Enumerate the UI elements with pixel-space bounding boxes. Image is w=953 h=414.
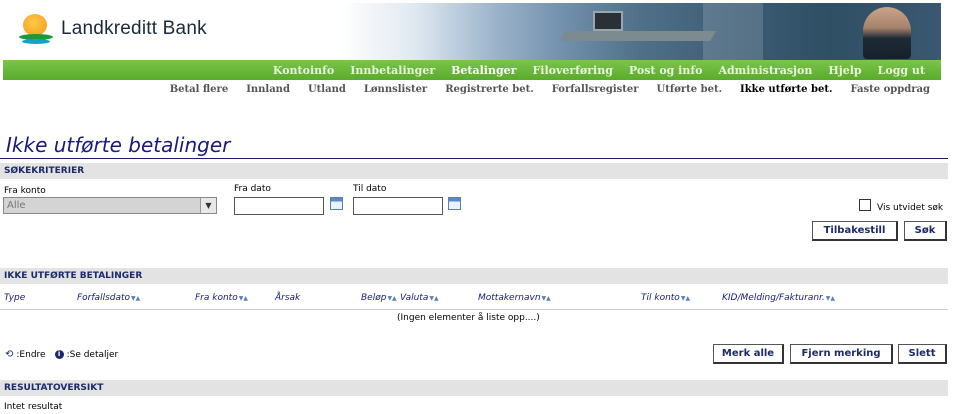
- main-nav-innbetalinger[interactable]: Innbetalinger: [342, 64, 443, 77]
- sub-nav-utforte-bet[interactable]: Utførte bet.: [648, 84, 732, 95]
- info-icon: i: [54, 350, 64, 359]
- table-divider: [0, 309, 948, 310]
- search-section-header: SØKEKRITERIER: [0, 163, 948, 179]
- sort-icon[interactable]: ▼▲: [239, 295, 248, 302]
- main-nav-hjelp[interactable]: Hjelp: [820, 64, 869, 77]
- payments-section-header: IKKE UTFØRTE BETALINGER: [0, 268, 948, 284]
- title-divider: [0, 158, 948, 159]
- sort-icon[interactable]: ▼▲: [387, 295, 396, 302]
- main-nav-post-og-info[interactable]: Post og info: [621, 64, 711, 77]
- from-account-label: Fra konto: [4, 186, 46, 196]
- main-nav-administrasjon[interactable]: Administrasjon: [710, 64, 820, 77]
- from-account-value: Alle: [7, 200, 26, 211]
- from-account-select[interactable]: Alle ▼: [3, 197, 217, 214]
- sort-icon[interactable]: ▼▲: [826, 295, 835, 302]
- sort-icon[interactable]: ▼▲: [542, 295, 551, 302]
- bank-name: Landkreditt Bank: [61, 18, 207, 39]
- details-legend-label: :Se detaljer: [66, 349, 119, 360]
- column-header-forfallsdato[interactable]: Forfallsdato▼▲: [77, 293, 140, 303]
- column-header-type[interactable]: Type: [4, 293, 25, 303]
- delete-button[interactable]: Slett: [898, 344, 947, 364]
- sub-nav-utland[interactable]: Utland: [299, 84, 355, 95]
- banner-photo-laptop: [593, 11, 623, 31]
- column-header-kid[interactable]: KID/Melding/Fakturanr.▼▲: [722, 293, 835, 303]
- main-nav-kontoinfo[interactable]: Kontoinfo: [265, 64, 342, 77]
- results-text: Intet resultat: [4, 402, 63, 412]
- sub-nav-betal-flere[interactable]: Betal flere: [161, 84, 237, 95]
- extended-search-label: Vis utvidet søk: [877, 203, 944, 213]
- banner-photo-desk: [560, 31, 716, 41]
- to-date-input[interactable]: [353, 197, 443, 215]
- to-date-label: Til dato: [353, 184, 387, 194]
- chevron-down-icon[interactable]: ▼: [200, 198, 216, 213]
- sort-icon[interactable]: ▼▲: [429, 295, 438, 302]
- banner-photo-person: [863, 7, 911, 59]
- calendar-icon[interactable]: [448, 197, 461, 210]
- mark-all-button[interactable]: Merk alle: [713, 344, 784, 364]
- column-header-valuta[interactable]: Valuta▼▲: [400, 293, 439, 303]
- empty-list-message: (Ingen elementer å liste opp....): [397, 313, 540, 323]
- results-section-header: RESULTATOVERSIKT: [0, 380, 948, 396]
- main-nav-logg-ut[interactable]: Logg ut: [870, 64, 933, 77]
- sub-nav-lonnslister[interactable]: Lønnslister: [355, 84, 436, 95]
- column-header-fra-konto[interactable]: Fra konto▼▲: [195, 293, 248, 303]
- extended-search-checkbox[interactable]: [859, 199, 871, 211]
- from-date-label: Fra dato: [234, 184, 271, 194]
- main-nav-betalinger[interactable]: Betalinger: [443, 64, 524, 77]
- page-title: Ikke utførte betalinger: [6, 133, 231, 157]
- sort-icon[interactable]: ▼▲: [131, 295, 140, 302]
- sub-nav-registrerte-bet[interactable]: Registrerte bet.: [436, 84, 543, 95]
- header-banner: Landkreditt Bank: [3, 3, 941, 60]
- edit-icon: ⟲: [5, 349, 14, 360]
- from-date-input[interactable]: [234, 197, 324, 215]
- sub-nav-faste-oppdrag[interactable]: Faste oppdrag: [841, 84, 939, 95]
- sub-nav-ikke-utforte-bet[interactable]: Ikke utførte bet.: [731, 84, 841, 95]
- reset-button[interactable]: Tilbakestill: [812, 221, 898, 241]
- sub-nav-forfallsregister[interactable]: Forfallsregister: [543, 84, 648, 95]
- bank-logo[interactable]: Landkreditt Bank: [19, 12, 207, 46]
- sort-icon[interactable]: ▼▲: [681, 295, 690, 302]
- column-header-arsak[interactable]: Årsak: [275, 293, 300, 303]
- edit-legend-label: :Endre: [16, 349, 46, 360]
- calendar-icon[interactable]: [330, 197, 343, 210]
- column-header-til-konto[interactable]: Til konto▼▲: [641, 293, 690, 303]
- unmark-button[interactable]: Fjern merking: [790, 344, 893, 364]
- search-button[interactable]: Søk: [904, 221, 947, 241]
- column-header-mottakernavn[interactable]: Mottakernavn▼▲: [478, 293, 551, 303]
- sub-nav-innland[interactable]: Innland: [237, 84, 299, 95]
- sub-nav: Betal flere Innland Utland Lønnslister R…: [161, 84, 939, 95]
- action-legend: ⟲ :Endre i :Se detaljer: [5, 349, 118, 360]
- column-header-belop[interactable]: Beløp▼▲: [361, 293, 397, 303]
- sun-over-waves-logo-icon: [19, 12, 53, 46]
- main-nav: Kontoinfo Innbetalinger Betalinger Filov…: [3, 60, 941, 80]
- main-nav-filoverforing[interactable]: Filoverføring: [524, 64, 620, 77]
